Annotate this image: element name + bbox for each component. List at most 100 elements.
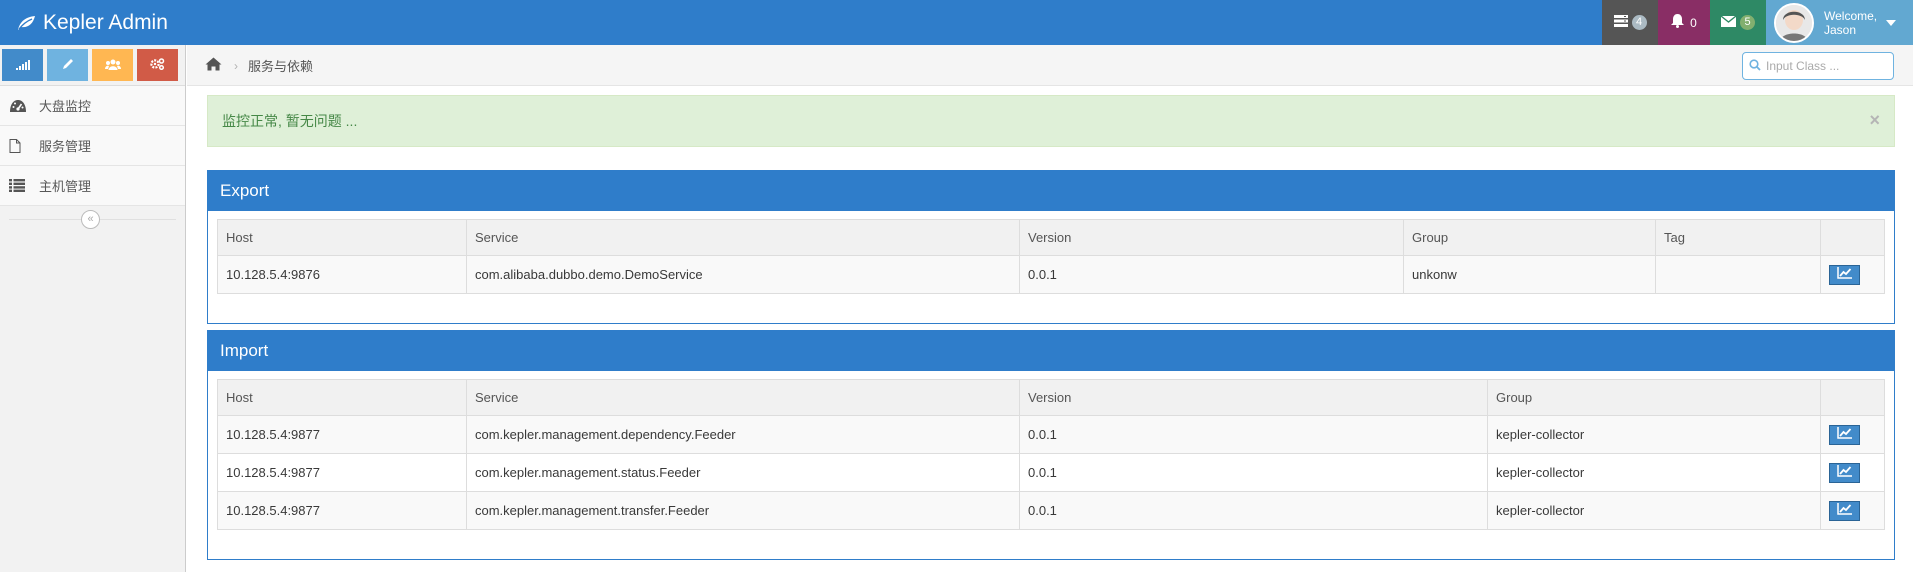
caret-down-icon [1886, 19, 1897, 26]
line-chart-icon [1836, 503, 1853, 518]
import-table: Host Service Version Group 10.128.5.4:98… [217, 379, 1885, 530]
cell-actions [1820, 415, 1885, 454]
table-row: 10.128.5.4:9877 com.kepler.management.de… [217, 415, 1885, 454]
cell-group: kepler-collector [1487, 453, 1821, 492]
bell-icon [1671, 14, 1685, 31]
sidebar-collapse-row: « [0, 206, 185, 232]
shortcut-cogs-button[interactable] [137, 49, 178, 81]
user-menu[interactable]: Welcome, Jason [1766, 0, 1913, 45]
list-icon [9, 179, 31, 192]
alert-message: 监控正常, 暂无问题 ... [222, 113, 358, 129]
column-header-host: Host [217, 379, 467, 416]
breadcrumb-current: 服务与依赖 [248, 59, 314, 74]
navbar-right: 4 0 5 Welcome, Jason [1602, 0, 1913, 45]
table-row: 10.128.5.4:9877 com.kepler.management.st… [217, 453, 1885, 492]
column-header-service: Service [466, 379, 1020, 416]
cell-service: com.kepler.management.status.Feeder [466, 453, 1020, 492]
column-header-actions [1820, 379, 1885, 416]
cell-service: com.alibaba.dubbo.demo.DemoService [466, 255, 1020, 294]
chart-button[interactable] [1829, 500, 1860, 521]
table-header-row: Host Service Version Group [217, 379, 1885, 416]
cell-actions [1820, 255, 1885, 294]
import-panel-title: Import [208, 331, 1894, 371]
shortcut-signal-button[interactable] [2, 49, 43, 81]
cell-version: 0.0.1 [1019, 415, 1488, 454]
search-input[interactable] [1766, 59, 1886, 73]
sidebar-item-label: 主机管理 [39, 179, 92, 194]
cell-version: 0.0.1 [1019, 255, 1404, 294]
signal-icon [15, 58, 30, 73]
users-icon [104, 58, 121, 73]
shortcut-pencil-button[interactable] [47, 49, 88, 81]
search-box [1742, 52, 1894, 80]
line-chart-icon [1836, 267, 1853, 282]
top-navbar: Kepler Admin 4 0 5 Welcome, Jason [0, 0, 1913, 45]
notifications-dropdown[interactable]: 0 [1658, 0, 1710, 45]
user-name: Jason [1824, 22, 1857, 37]
tasks-icon [1613, 15, 1628, 30]
breadcrumb: › 服务与依赖 [205, 45, 313, 86]
cell-host: 10.128.5.4:9877 [217, 491, 467, 530]
cell-host: 10.128.5.4:9877 [217, 453, 467, 492]
notifications-count: 0 [1690, 15, 1697, 30]
brand-title: Kepler Admin [43, 10, 168, 34]
table-header-row: Host Service Version Group Tag [217, 219, 1885, 256]
sidebar-item-hosts[interactable]: 主机管理 [0, 166, 185, 206]
file-icon [9, 138, 31, 153]
leaf-icon [16, 15, 36, 31]
cell-service: com.kepler.management.dependency.Feeder [466, 415, 1020, 454]
column-header-group: Group [1403, 219, 1656, 256]
dashboard-icon [9, 99, 31, 113]
line-chart-icon [1836, 427, 1853, 442]
table-row: 10.128.5.4:9877 com.kepler.management.tr… [217, 491, 1885, 530]
home-icon[interactable] [205, 57, 222, 74]
table-row: 10.128.5.4:9876 com.alibaba.dubbo.demo.D… [217, 255, 1885, 294]
cell-group: kepler-collector [1487, 415, 1821, 454]
chart-button[interactable] [1829, 462, 1860, 483]
messages-badge: 5 [1740, 15, 1755, 30]
cell-group: unkonw [1403, 255, 1656, 294]
chart-button[interactable] [1829, 264, 1860, 285]
line-chart-icon [1836, 465, 1853, 480]
export-panel-title: Export [208, 171, 1894, 211]
cell-service: com.kepler.management.transfer.Feeder [466, 491, 1020, 530]
envelope-icon [1720, 15, 1737, 30]
export-table: Host Service Version Group Tag 10.128.5.… [217, 219, 1885, 294]
cell-group: kepler-collector [1487, 491, 1821, 530]
column-header-group: Group [1487, 379, 1821, 416]
column-header-host: Host [217, 219, 467, 256]
cell-host: 10.128.5.4:9877 [217, 415, 467, 454]
import-panel: Import Host Service Version Group 10.128… [207, 330, 1895, 560]
alert-close-button[interactable]: × [1869, 110, 1880, 131]
sidebar-shortcuts [0, 45, 185, 86]
status-alert: 监控正常, 暂无问题 ... × [207, 95, 1895, 147]
brand[interactable]: Kepler Admin [16, 0, 168, 45]
sidebar-item-dashboard[interactable]: 大盘监控 [0, 86, 185, 126]
cell-actions [1820, 491, 1885, 530]
welcome-label: Welcome, [1824, 8, 1878, 23]
pencil-icon [62, 58, 74, 73]
sidebar-item-services[interactable]: 服务管理 [0, 126, 185, 166]
column-header-version: Version [1019, 219, 1404, 256]
cell-tag [1655, 255, 1821, 294]
cogs-icon [150, 57, 165, 73]
sidebar-collapse-button[interactable]: « [81, 210, 100, 229]
cell-version: 0.0.1 [1019, 491, 1488, 530]
sidebar: 大盘监控 服务管理 主机管理 « [0, 45, 186, 572]
sidebar-item-label: 大盘监控 [39, 99, 92, 114]
column-header-version: Version [1019, 379, 1488, 416]
breadcrumb-separator: › [234, 58, 238, 73]
shortcut-users-button[interactable] [92, 49, 133, 81]
welcome-text: Welcome, Jason [1824, 9, 1877, 37]
export-panel: Export Host Service Version Group Tag 10… [207, 170, 1895, 324]
avatar [1774, 2, 1814, 43]
breadcrumbs-bar: › 服务与依赖 [187, 45, 1913, 86]
cell-version: 0.0.1 [1019, 453, 1488, 492]
tasks-dropdown[interactable]: 4 [1602, 0, 1658, 45]
column-header-tag: Tag [1655, 219, 1821, 256]
search-icon [1749, 58, 1761, 74]
column-header-service: Service [466, 219, 1020, 256]
sidebar-item-label: 服务管理 [39, 139, 92, 154]
chart-button[interactable] [1829, 424, 1860, 445]
messages-dropdown[interactable]: 5 [1710, 0, 1766, 45]
